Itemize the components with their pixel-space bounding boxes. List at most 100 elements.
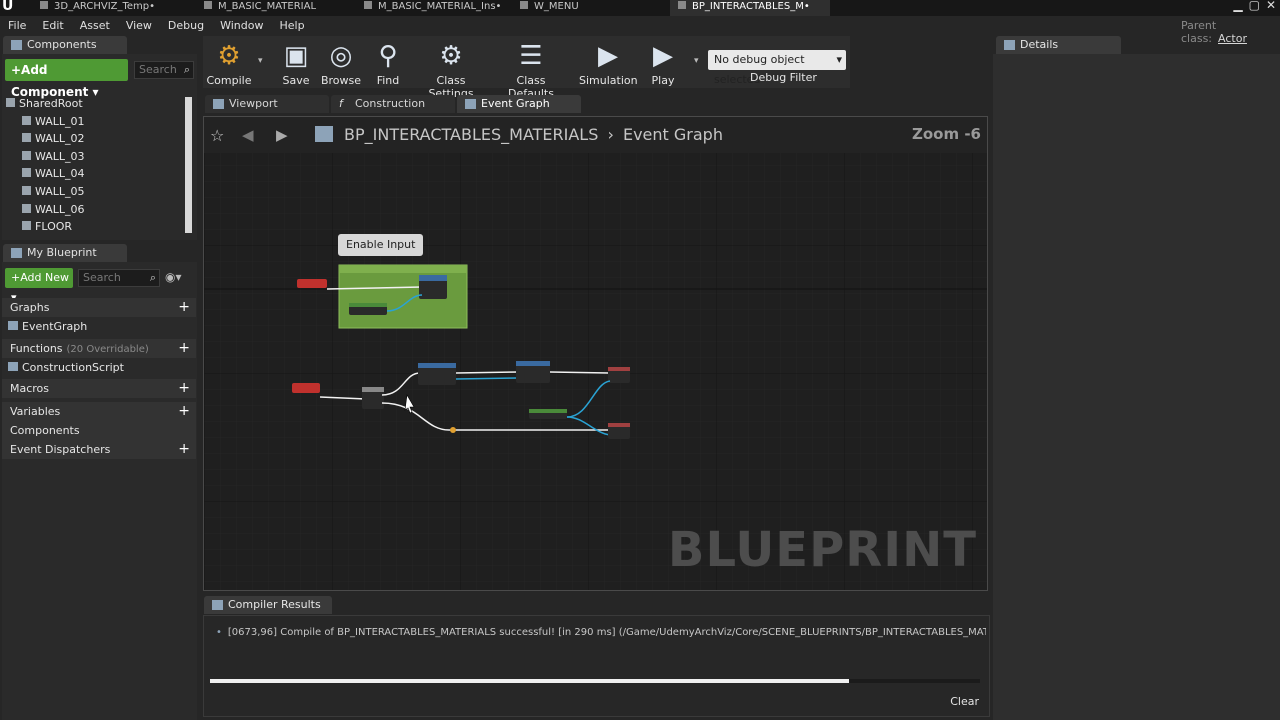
tab-event-graph[interactable]: Event Graph (457, 95, 581, 113)
section-label: Macros (10, 382, 50, 395)
play-options-icon[interactable]: ▾ (694, 56, 699, 66)
menu-view[interactable]: View (118, 16, 160, 36)
comment-header (339, 265, 467, 273)
tab-construction-script[interactable]: fConstruction Scrip (331, 95, 455, 128)
menu-asset[interactable]: Asset (72, 16, 118, 36)
minimize-icon[interactable]: ▁ (1233, 0, 1242, 12)
details-tab[interactable]: Details (996, 36, 1121, 54)
section-variables[interactable]: Variables + (2, 402, 196, 421)
browse-icon: ◎ (329, 41, 353, 71)
comment-tooltip: Enable Input (338, 234, 424, 256)
save-button[interactable]: ▣ Save (275, 36, 317, 88)
find-button[interactable]: ⚲ Find (367, 36, 409, 88)
tree-item-wall-05[interactable]: WALL_05 (22, 185, 85, 198)
my-blueprint-search-input[interactable]: Search ⌕ (78, 269, 160, 287)
tree-item-sharedroot[interactable]: SharedRoot (6, 97, 83, 110)
add-component-button[interactable]: +Add Component ▾ (5, 59, 128, 99)
enable-input-comment[interactable] (338, 264, 468, 329)
data-wire (455, 377, 520, 380)
reroute-node[interactable] (450, 427, 456, 433)
tab-label: M_BASIC_MATERIAL (218, 1, 317, 12)
forward-arrow-icon[interactable]: ▶ (276, 126, 288, 144)
compiler-scrollbar[interactable] (210, 679, 980, 683)
compiler-results-tab[interactable]: Compiler Results (204, 596, 332, 614)
save-label: Save (282, 74, 310, 87)
menu-debug[interactable]: Debug (160, 16, 212, 36)
menu-window[interactable]: Window (212, 16, 271, 36)
section-functions[interactable]: Functions (20 Overridable) + (2, 339, 196, 358)
section-graphs[interactable]: Graphs + (2, 298, 196, 317)
exec-wire (455, 371, 520, 374)
tab-basic-material-instance[interactable]: M_BASIC_MATERIAL_Ins• (356, 0, 506, 16)
add-variable-icon[interactable]: + (178, 402, 190, 421)
section-label: Event Dispatchers (10, 443, 111, 456)
menu-edit[interactable]: Edit (34, 16, 71, 36)
function-icon (8, 362, 18, 371)
compiler-results-panel: • [0673,96] Compile of BP_INTERACTABLES_M… (203, 615, 990, 717)
tab-viewport[interactable]: Viewport (205, 95, 329, 113)
parent-class: Parent class: Actor (1181, 19, 1280, 45)
static-mesh-icon (22, 116, 31, 125)
debug-object-select[interactable]: No debug object selected ▾ (708, 50, 846, 86)
view-options-icon[interactable]: ◉▾ (165, 270, 182, 284)
event-node[interactable] (297, 279, 327, 288)
add-event-dispatcher-icon[interactable]: + (178, 440, 190, 459)
play-button[interactable]: ▶ Play (643, 36, 683, 88)
static-mesh-icon (22, 221, 31, 230)
tab-bp-interactables[interactable]: BP_INTERACTABLES_M• (670, 0, 830, 16)
tree-item-wall-01[interactable]: WALL_01 (22, 115, 85, 128)
event-graph-canvas[interactable]: ☆ ◀ ▶ BP_INTERACTABLES_MATERIALS › Event… (203, 116, 988, 591)
parent-class-link[interactable]: Actor (1218, 32, 1247, 45)
tree-item-wall-04[interactable]: WALL_04 (22, 167, 85, 180)
unreal-logo-icon[interactable]: U (2, 0, 22, 16)
class-defaults-button[interactable]: ☰ Class Defaults (495, 36, 567, 100)
details-icon (1004, 40, 1015, 50)
tree-item-label: WALL_06 (35, 203, 85, 216)
graph-icon (8, 321, 18, 330)
compile-icon: ⚙ (217, 41, 241, 71)
event-node[interactable] (292, 383, 320, 393)
close-icon[interactable]: ✕ (1266, 0, 1276, 12)
my-blueprint-tab[interactable]: My Blueprint (3, 244, 127, 262)
compile-button[interactable]: ⚙ Compile (205, 36, 253, 88)
simulation-button[interactable]: ▶ Simulation (579, 36, 638, 88)
add-function-icon[interactable]: + (178, 339, 190, 358)
tree-item-label: WALL_05 (35, 185, 85, 198)
title-bar: U 3D_ARCHVIZ_Temp• M_BASIC_MATERIAL M_BA… (0, 0, 1280, 16)
tab-3d-archviz[interactable]: 3D_ARCHVIZ_Temp• (32, 0, 192, 16)
section-components[interactable]: Components (2, 421, 196, 440)
browse-button[interactable]: ◎ Browse (319, 36, 363, 88)
compile-label: Compile (206, 74, 252, 87)
section-label: Graphs (10, 301, 50, 314)
add-new-button[interactable]: +Add New ▾ (5, 268, 73, 304)
simulation-icon: ▶ (598, 41, 618, 71)
add-macro-icon[interactable]: + (178, 379, 190, 398)
maximize-icon[interactable]: ▢ (1249, 0, 1260, 12)
components-tab[interactable]: Components (3, 36, 127, 54)
tree-item-wall-02[interactable]: WALL_02 (22, 132, 85, 145)
components-scrollbar[interactable] (185, 97, 192, 233)
compile-options-icon[interactable]: ▾ (258, 56, 263, 66)
breadcrumb-graph[interactable]: Event Graph (623, 125, 723, 144)
menu-file[interactable]: File (0, 16, 34, 36)
event-graph-item[interactable]: EventGraph (8, 320, 87, 333)
tree-item-wall-06[interactable]: WALL_06 (22, 203, 85, 216)
components-search-input[interactable]: Search ⌕ (134, 61, 194, 79)
class-settings-button[interactable]: ⚙ Class Settings (415, 36, 487, 100)
section-event-dispatchers[interactable]: Event Dispatchers + (2, 440, 196, 459)
clear-button[interactable]: Clear (950, 695, 979, 708)
tree-item-floor[interactable]: FLOOR (22, 220, 72, 233)
section-macros[interactable]: Macros + (2, 379, 196, 398)
favorite-star-icon[interactable]: ☆ (210, 126, 224, 145)
graph-icon (465, 99, 476, 109)
scrollbar-thumb[interactable] (210, 679, 850, 683)
menu-help[interactable]: Help (271, 16, 312, 36)
zoom-indicator: Zoom -6 (911, 125, 981, 143)
add-graph-icon[interactable]: + (178, 298, 190, 317)
construction-script-item[interactable]: ConstructionScript (8, 361, 124, 374)
tree-item-wall-03[interactable]: WALL_03 (22, 150, 85, 163)
back-arrow-icon[interactable]: ◀ (242, 126, 254, 144)
tab-basic-material[interactable]: M_BASIC_MATERIAL (196, 0, 346, 16)
breadcrumb-blueprint[interactable]: BP_INTERACTABLES_MATERIALS (344, 125, 598, 144)
tab-w-menu[interactable]: W_MENU (512, 0, 662, 16)
